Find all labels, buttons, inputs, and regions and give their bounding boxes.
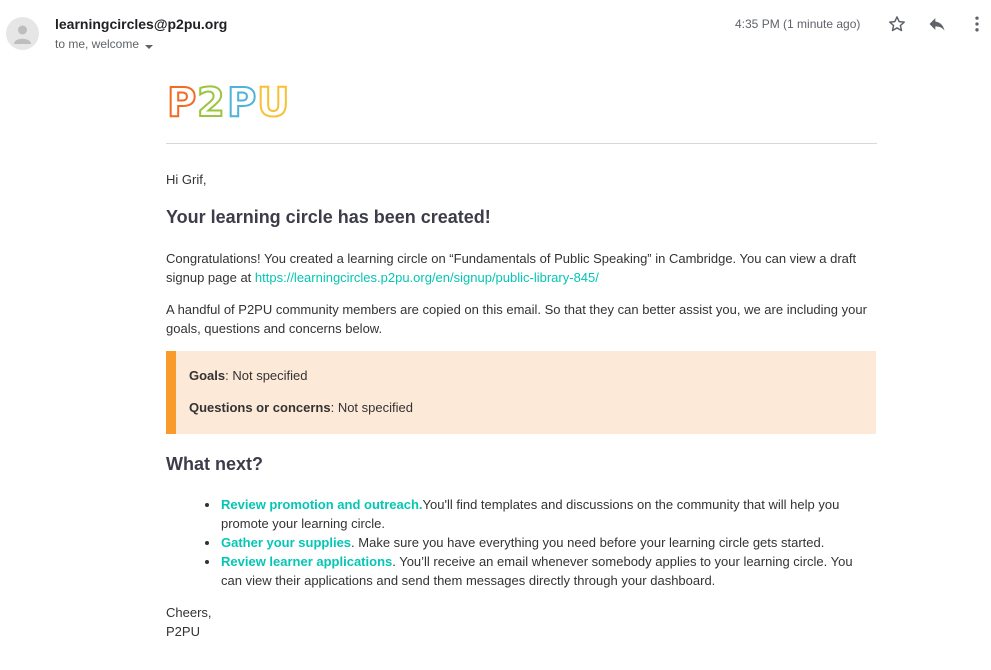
svg-text:2: 2 xyxy=(197,80,225,121)
sender-address: learningcircles@p2pu.org xyxy=(55,16,228,32)
recipients-label: to me, welcome xyxy=(55,37,140,51)
email-heading: Your learning circle has been created! xyxy=(166,207,491,227)
star-icon[interactable] xyxy=(886,13,908,35)
goals-row: Goals: Not specified xyxy=(189,368,876,400)
what-next-heading: What next? xyxy=(166,454,263,474)
list-item: Gather your supplies. Make sure you have… xyxy=(205,533,877,552)
list-item: Review learner applications. You’ll rece… xyxy=(205,552,877,590)
divider xyxy=(166,143,877,144)
goals-label: Goals xyxy=(189,368,226,383)
questions-value: : Not specified xyxy=(330,400,413,415)
recipients-toggle[interactable]: to me, welcome xyxy=(55,37,154,51)
svg-text:U: U xyxy=(257,80,288,121)
caret-down-icon xyxy=(145,40,154,49)
review-promotion-link[interactable]: Review promotion and outreach. xyxy=(221,497,423,512)
goals-callout: Goals: Not specified Questions or concer… xyxy=(166,351,876,434)
gather-supplies-link[interactable]: Gather your supplies xyxy=(221,535,351,550)
svg-text:P: P xyxy=(227,80,256,121)
person-icon xyxy=(6,17,39,50)
signup-page-link[interactable]: https://learningcircles.p2pu.org/en/sign… xyxy=(255,270,599,285)
signoff-name: P2PU xyxy=(166,624,200,639)
questions-row: Questions or concerns: Not specified xyxy=(189,400,876,432)
community-paragraph: A handful of P2PU community members are … xyxy=(166,302,867,336)
questions-label: Questions or concerns xyxy=(189,400,331,415)
step-text: . Make sure you have everything you need… xyxy=(351,535,825,550)
reply-icon[interactable] xyxy=(926,13,948,35)
svg-text:P: P xyxy=(167,80,196,121)
signoff: Cheers, P2PU xyxy=(166,603,212,641)
p2pu-logo: P 2 P U xyxy=(166,79,288,121)
email-view: learningcircles@p2pu.org to me, welcome … xyxy=(0,0,991,670)
list-item: Review promotion and outreach.You'll fin… xyxy=(205,495,877,533)
more-vert-icon[interactable] xyxy=(966,13,988,35)
greeting: Hi Grif, xyxy=(166,172,207,187)
congrats-paragraph: Congratulations! You created a learning … xyxy=(166,249,877,287)
signoff-cheers: Cheers, xyxy=(166,605,212,620)
review-applications-link[interactable]: Review learner applications xyxy=(221,554,392,569)
goals-value: : Not specified xyxy=(225,368,308,383)
timestamp: 4:35 PM (1 minute ago) xyxy=(735,17,861,31)
email-logo-area: P 2 P U xyxy=(166,79,877,144)
next-steps-list: Review promotion and outreach.You'll fin… xyxy=(205,495,877,590)
